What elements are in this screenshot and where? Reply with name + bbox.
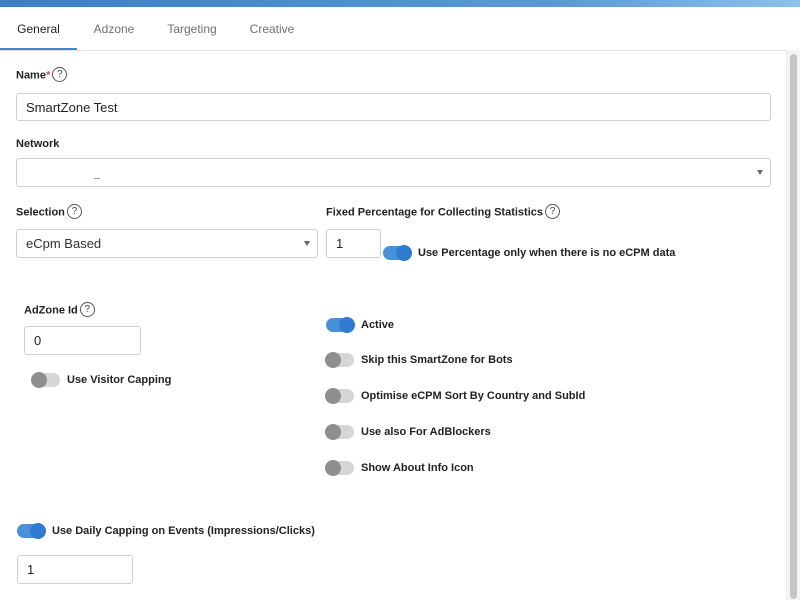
visitor-capping-label: Use Visitor Capping bbox=[67, 374, 172, 386]
help-icon[interactable]: ? bbox=[79, 302, 95, 317]
name-input[interactable]: SmartZone Test bbox=[16, 93, 771, 121]
selection-select[interactable]: eCpm Based bbox=[16, 229, 318, 258]
skip-bots-row: Skip this SmartZone for Bots bbox=[325, 352, 513, 368]
name-label: Name*? bbox=[16, 67, 68, 83]
name-label-text: Name bbox=[16, 69, 46, 82]
optimise-label: Optimise eCPM Sort By Country and SubId bbox=[361, 390, 586, 402]
active-row: Active bbox=[326, 317, 395, 333]
visitor-capping-row: Use Visitor Capping bbox=[31, 372, 172, 388]
fixed-percentage-label-text: Fixed Percentage for Collecting Statisti… bbox=[326, 206, 544, 219]
optimise-row: Optimise eCPM Sort By Country and SubId bbox=[325, 388, 586, 404]
selection-label-text: Selection bbox=[16, 206, 65, 219]
tab-adzone[interactable]: Adzone bbox=[80, 7, 148, 49]
network-select[interactable] bbox=[16, 158, 771, 187]
tab-general[interactable]: General bbox=[0, 7, 77, 50]
adzone-id-label: AdZone Id? bbox=[24, 302, 95, 318]
active-label: Active bbox=[361, 319, 395, 331]
adzone-id-label-text: AdZone Id bbox=[24, 304, 78, 317]
help-icon[interactable]: ? bbox=[545, 204, 561, 219]
daily-capping-label: Use Daily Capping on Events (Impressions… bbox=[52, 525, 315, 537]
help-icon[interactable]: ? bbox=[66, 204, 82, 219]
required-asterisk: * bbox=[45, 69, 51, 82]
toggle-knob bbox=[396, 245, 412, 261]
use-percentage-label: Use Percentage only when there is no eCP… bbox=[418, 247, 676, 259]
tab-targeting[interactable]: Targeting bbox=[158, 7, 226, 49]
adblockers-row: Use also For AdBlockers bbox=[325, 424, 491, 440]
toggle-knob bbox=[325, 388, 341, 404]
use-percentage-toggle[interactable] bbox=[383, 245, 412, 261]
tab-creative[interactable]: Creative bbox=[238, 7, 306, 49]
network-label: Network bbox=[16, 138, 60, 150]
daily-capping-input[interactable]: 1 bbox=[17, 555, 133, 584]
info-icon-row: Show About Info Icon bbox=[325, 460, 474, 476]
toggle-knob bbox=[325, 460, 341, 476]
selection-label: Selection? bbox=[16, 204, 82, 220]
info-icon-toggle[interactable] bbox=[325, 460, 354, 476]
adblockers-toggle[interactable] bbox=[325, 424, 354, 440]
adblockers-label: Use also For AdBlockers bbox=[361, 426, 491, 438]
daily-capping-row: Use Daily Capping on Events (Impressions… bbox=[17, 523, 315, 539]
chevron-down-icon bbox=[304, 240, 310, 246]
use-percentage-row: Use Percentage only when there is no eCP… bbox=[383, 245, 676, 261]
tab-bar: General Adzone Targeting Creative bbox=[0, 7, 786, 51]
daily-capping-toggle[interactable] bbox=[17, 523, 46, 539]
adzone-id-input[interactable]: 0 bbox=[24, 326, 141, 355]
selection-select-value: eCpm Based bbox=[26, 236, 102, 251]
skip-bots-label: Skip this SmartZone for Bots bbox=[361, 354, 513, 366]
chevron-down-icon bbox=[757, 169, 763, 175]
toggle-knob bbox=[30, 523, 46, 539]
vertical-scrollbar[interactable] bbox=[786, 50, 800, 600]
visitor-capping-toggle[interactable] bbox=[31, 372, 60, 388]
text-cursor-mark bbox=[94, 178, 100, 179]
scrollbar-thumb[interactable] bbox=[790, 54, 797, 599]
info-icon-label: Show About Info Icon bbox=[361, 462, 474, 474]
toggle-knob bbox=[325, 424, 341, 440]
toggle-knob bbox=[339, 317, 355, 333]
fixed-percentage-label: Fixed Percentage for Collecting Statisti… bbox=[326, 204, 561, 220]
help-icon[interactable]: ? bbox=[52, 67, 68, 82]
optimise-toggle[interactable] bbox=[325, 388, 354, 404]
window-top-bar bbox=[0, 0, 800, 7]
active-toggle[interactable] bbox=[326, 317, 355, 333]
skip-bots-toggle[interactable] bbox=[325, 352, 354, 368]
toggle-knob bbox=[325, 352, 341, 368]
fixed-percentage-input[interactable]: 1 bbox=[326, 229, 381, 258]
toggle-knob bbox=[31, 372, 47, 388]
